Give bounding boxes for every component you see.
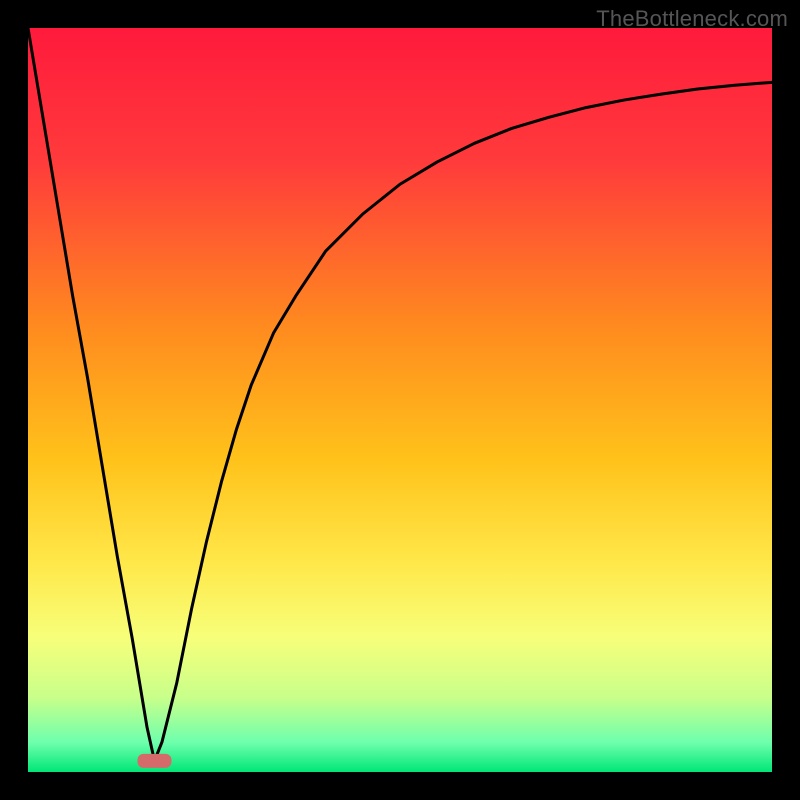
optimum-marker xyxy=(137,754,171,768)
chart-svg xyxy=(28,28,772,772)
watermark-text: TheBottleneck.com xyxy=(596,6,788,32)
outer-frame: TheBottleneck.com xyxy=(0,0,800,800)
plot-area xyxy=(28,28,772,772)
gradient-background xyxy=(28,28,772,772)
